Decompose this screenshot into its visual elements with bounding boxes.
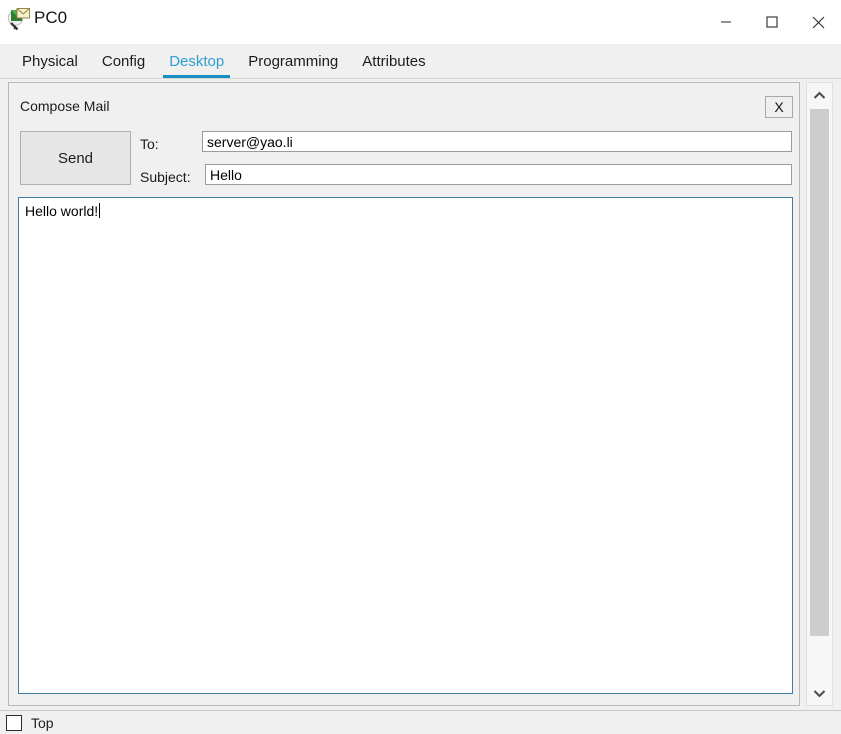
top-checkbox-label: Top [31, 715, 54, 731]
close-icon [812, 16, 824, 28]
desktop-tab-content: Compose Mail X Send To: Subject: Hello w… [0, 79, 841, 710]
tab-config-label: Config [101, 53, 146, 70]
subject-label: Subject: [140, 169, 191, 185]
scrollbar-thumb[interactable] [810, 109, 829, 636]
window-title: PC0 [34, 8, 68, 27]
maximize-button[interactable] [749, 0, 795, 44]
tab-config[interactable]: Config [90, 54, 157, 78]
tab-physical-label: Physical [22, 53, 78, 70]
to-label: To: [140, 136, 159, 152]
tab-attributes-label: Attributes [362, 53, 426, 70]
panel-title: Compose Mail [20, 98, 110, 114]
mail-body-textarea[interactable]: Hello world! [18, 197, 793, 694]
tab-programming-label: Programming [248, 53, 339, 70]
tab-strip: Physical Config Desktop Programming Attr… [0, 44, 841, 79]
tab-desktop-label: Desktop [169, 53, 225, 70]
pc-mail-magnifier-icon [6, 6, 32, 32]
maximize-icon [766, 16, 778, 28]
tab-desktop[interactable]: Desktop [157, 54, 236, 78]
tab-physical[interactable]: Physical [10, 54, 90, 78]
window-controls [703, 0, 841, 44]
tab-programming[interactable]: Programming [236, 54, 350, 78]
scroll-down-button[interactable] [807, 681, 832, 705]
close-button[interactable] [795, 0, 841, 44]
tab-attributes[interactable]: Attributes [350, 54, 437, 78]
scroll-up-button[interactable] [807, 83, 832, 107]
window-titlebar: PC0 [0, 0, 841, 44]
top-checkbox[interactable] [6, 715, 22, 731]
subject-input[interactable] [205, 164, 792, 185]
mail-body-text: Hello world! [25, 203, 99, 219]
minimize-button[interactable] [703, 0, 749, 44]
panel-close-button[interactable]: X [765, 96, 793, 118]
text-caret [99, 203, 101, 218]
send-button[interactable]: Send [20, 131, 131, 185]
minimize-icon [721, 21, 731, 23]
to-input[interactable] [202, 131, 792, 152]
chevron-up-icon [813, 91, 826, 99]
chevron-down-icon [813, 689, 826, 697]
vertical-scrollbar[interactable] [806, 82, 833, 706]
compose-mail-panel: Compose Mail X Send To: Subject: Hello w… [8, 82, 800, 706]
status-bar: Top [0, 710, 841, 734]
